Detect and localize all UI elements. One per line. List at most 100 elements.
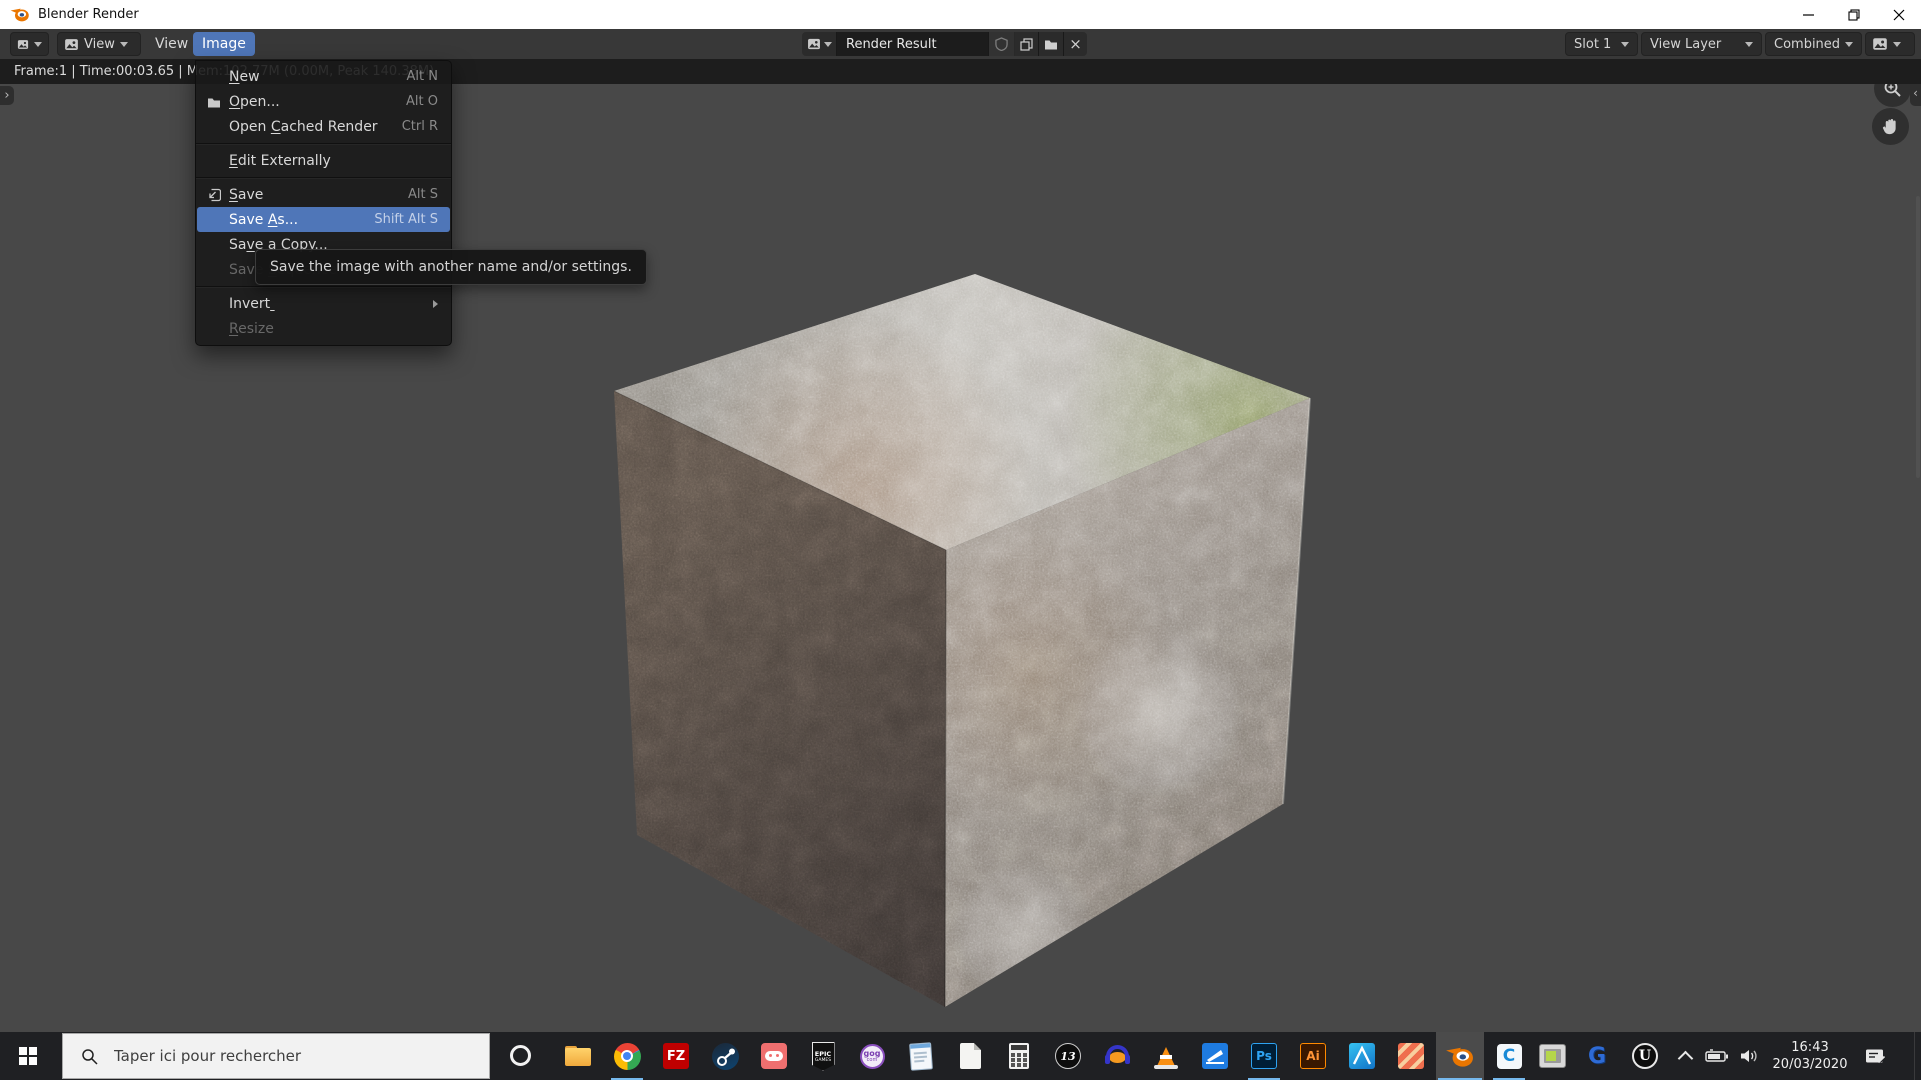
close-button[interactable] bbox=[1876, 0, 1921, 29]
menu-icon-slot bbox=[205, 321, 223, 337]
chevron-down-icon bbox=[824, 42, 832, 47]
taskbar-emulator[interactable] bbox=[1528, 1032, 1576, 1080]
tray-battery[interactable] bbox=[1702, 1032, 1732, 1080]
affinity-designer-icon bbox=[1349, 1043, 1375, 1069]
render-pass-dropdown[interactable]: Combined bbox=[1765, 32, 1862, 56]
taskbar-scanner[interactable] bbox=[1191, 1032, 1239, 1080]
taskbar-file-explorer[interactable] bbox=[554, 1032, 602, 1080]
taskbar-notepad[interactable] bbox=[897, 1032, 945, 1080]
rendered-cube-image bbox=[560, 244, 1350, 1038]
vertical-scrollbar[interactable] bbox=[1916, 196, 1920, 478]
image-icon bbox=[807, 37, 821, 51]
windows-taskbar: FZ EPIC GAMES gog com bbox=[0, 1032, 1921, 1080]
open-image-button[interactable] bbox=[1039, 32, 1064, 56]
show-desktop-button[interactable] bbox=[1914, 1032, 1921, 1080]
vlc-cone-icon bbox=[1153, 1044, 1179, 1069]
minimize-button[interactable] bbox=[1786, 0, 1831, 29]
image-datablock-selector: Render Result × bbox=[802, 32, 1087, 56]
mode-dropdown[interactable]: View bbox=[57, 32, 141, 56]
slot-dropdown[interactable]: Slot 1 bbox=[1565, 32, 1638, 56]
menu-item-save[interactable]: Save Alt S bbox=[197, 182, 450, 207]
taskbar-clock[interactable]: 16:43 20/03/2020 bbox=[1764, 1032, 1856, 1080]
menu-icon-slot bbox=[205, 69, 223, 85]
taskbar-chrome[interactable] bbox=[603, 1032, 651, 1080]
menu-item-resize[interactable]: Resize bbox=[197, 316, 450, 341]
menu-view[interactable]: View bbox=[146, 32, 197, 56]
illustrator-icon: Ai bbox=[1300, 1043, 1326, 1069]
editor-type-selector[interactable] bbox=[10, 32, 49, 56]
taskbar-g-app[interactable]: G bbox=[1573, 1032, 1621, 1080]
menu-icon-slot bbox=[205, 153, 223, 169]
epic-games-icon: EPIC GAMES bbox=[812, 1042, 835, 1071]
taskbar-document-app[interactable] bbox=[946, 1032, 994, 1080]
start-button[interactable] bbox=[0, 1032, 56, 1080]
taskbar-filezilla[interactable]: FZ bbox=[652, 1032, 700, 1080]
hand-icon bbox=[1881, 117, 1900, 136]
menu-separator bbox=[196, 177, 451, 178]
new-image-button[interactable] bbox=[1015, 32, 1039, 56]
taskbar-blender-active[interactable] bbox=[1436, 1032, 1484, 1080]
submenu-arrow-icon bbox=[433, 300, 438, 308]
taskbar-audacity[interactable] bbox=[1093, 1032, 1141, 1080]
taskbar-search[interactable] bbox=[62, 1033, 490, 1079]
menu-item-open-cached-render[interactable]: Open Cached Render Ctrl R bbox=[197, 114, 450, 139]
blue-g-icon: G bbox=[1588, 1044, 1606, 1069]
save-icon bbox=[205, 187, 223, 203]
display-channels-button[interactable] bbox=[1865, 32, 1915, 56]
menu-item-save-as[interactable]: Save As... Shift Alt S bbox=[197, 207, 450, 232]
restore-button[interactable] bbox=[1831, 0, 1876, 29]
menu-item-new[interactable]: New Alt N bbox=[197, 64, 450, 89]
taskbar-vlc[interactable] bbox=[1142, 1032, 1190, 1080]
view-layer-dropdown[interactable]: View Layer bbox=[1641, 32, 1762, 56]
search-input[interactable] bbox=[112, 1046, 446, 1066]
fake-user-button[interactable] bbox=[989, 32, 1015, 56]
steam-icon bbox=[712, 1043, 739, 1070]
cortana-icon[interactable] bbox=[510, 1045, 531, 1066]
save-as-tooltip: Save the image with another name and/or … bbox=[255, 249, 647, 285]
taskbar-affinity-publisher[interactable] bbox=[1387, 1032, 1435, 1080]
menu-image[interactable]: Image bbox=[193, 32, 255, 56]
datablock-name-field[interactable]: Render Result bbox=[837, 32, 989, 56]
document-icon bbox=[960, 1043, 981, 1069]
datablock-browse-button[interactable] bbox=[802, 32, 837, 56]
clock-time: 16:43 bbox=[1773, 1039, 1848, 1056]
taskbar-gog[interactable]: gog com bbox=[848, 1032, 896, 1080]
pan-tool-button[interactable] bbox=[1872, 108, 1909, 145]
slot-value: Slot 1 bbox=[1574, 37, 1611, 52]
blender-window: { "titlebar": { "title": "Blender Render… bbox=[0, 0, 1921, 1080]
search-icon bbox=[81, 1048, 98, 1065]
gog-icon: gog com bbox=[860, 1044, 885, 1069]
menu-icon-slot bbox=[205, 296, 223, 312]
action-center-button[interactable] bbox=[1856, 1032, 1894, 1080]
restore-icon bbox=[1848, 9, 1860, 21]
tray-expand-button[interactable] bbox=[1672, 1032, 1698, 1080]
taskbar-clip-app[interactable]: C bbox=[1485, 1032, 1533, 1080]
menu-item-open[interactable]: Open... Alt O bbox=[197, 89, 450, 114]
menu-icon-slot bbox=[205, 262, 223, 278]
taskbar-epic-games[interactable]: EPIC GAMES bbox=[799, 1032, 847, 1080]
battery-icon bbox=[1705, 1049, 1729, 1063]
menu-item-edit-externally[interactable]: Edit Externally bbox=[197, 148, 450, 173]
menu-icon-slot bbox=[205, 212, 223, 228]
calculator-icon bbox=[1009, 1043, 1029, 1069]
taskbar-steam[interactable] bbox=[701, 1032, 749, 1080]
taskbar-unreal[interactable]: U bbox=[1621, 1032, 1669, 1080]
sidebar-toggle-left[interactable]: › bbox=[0, 86, 14, 105]
taskbar-app-13[interactable]: 13 bbox=[1044, 1032, 1092, 1080]
menu-item-invert[interactable]: Invert bbox=[197, 291, 450, 316]
taskbar-photoshop[interactable]: Ps bbox=[1240, 1032, 1288, 1080]
folder-icon bbox=[565, 1046, 591, 1066]
speaker-icon bbox=[1739, 1048, 1759, 1064]
folder-icon bbox=[205, 94, 223, 110]
taskbar-game-launcher[interactable] bbox=[750, 1032, 798, 1080]
chevron-down-icon bbox=[34, 42, 42, 47]
window-titlebar: Blender Render bbox=[0, 0, 1921, 29]
close-icon: × bbox=[1069, 35, 1082, 53]
taskbar-illustrator[interactable]: Ai bbox=[1289, 1032, 1337, 1080]
taskbar-calculator[interactable] bbox=[995, 1032, 1043, 1080]
unreal-engine-icon: U bbox=[1632, 1043, 1658, 1069]
close-icon bbox=[1893, 9, 1905, 21]
taskbar-affinity-designer[interactable] bbox=[1338, 1032, 1386, 1080]
unlink-button[interactable]: × bbox=[1064, 32, 1087, 56]
tray-volume[interactable] bbox=[1734, 1032, 1764, 1080]
